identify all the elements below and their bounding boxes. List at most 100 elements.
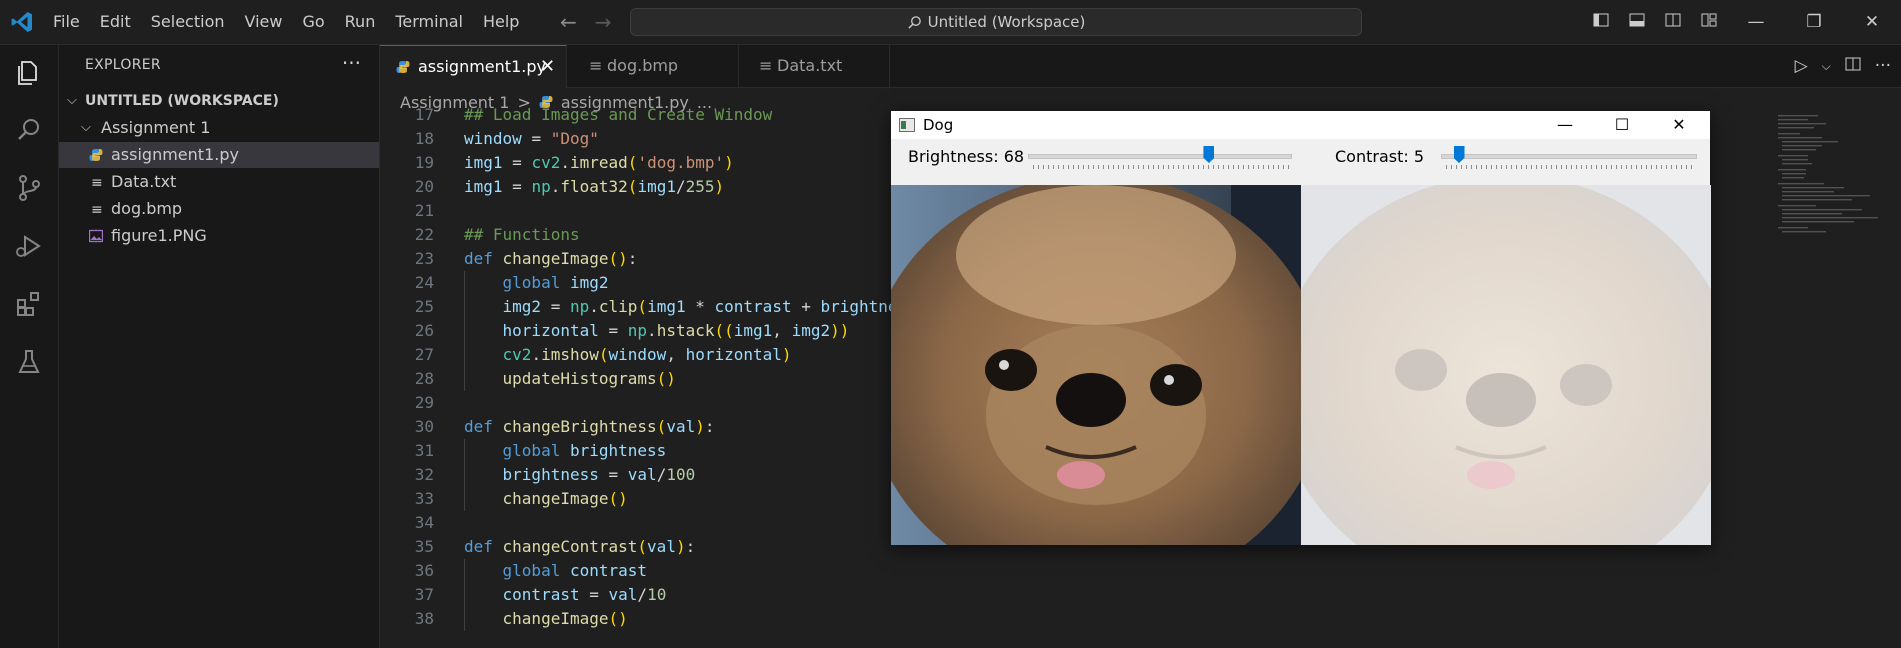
file-row-assignment1[interactable]: assignment1.py: [59, 142, 379, 168]
menu-terminal[interactable]: Terminal: [385, 0, 473, 44]
explorer-icon[interactable]: [14, 57, 44, 87]
restore-window-button[interactable]: ❐: [1785, 12, 1843, 32]
minimap[interactable]: [1778, 113, 1888, 253]
file-row-figure1[interactable]: figure1.PNG: [59, 223, 379, 249]
search-icon[interactable]: [14, 115, 44, 145]
line-text[interactable]: img1 = cv2.imread('dog.bmp'): [464, 151, 734, 175]
line-text[interactable]: global brightness: [464, 439, 667, 463]
close-tab-icon[interactable]: ✕: [540, 46, 555, 88]
line-text[interactable]: img1 = np.float32(img1/255): [464, 175, 724, 199]
contrast-rail[interactable]: [1441, 154, 1697, 159]
folder-label: Assignment 1: [101, 118, 211, 137]
close-window-button[interactable]: ✕: [1843, 12, 1901, 32]
source-control-icon[interactable]: [14, 173, 44, 203]
workspace-row[interactable]: ⌵ UNTITLED (WORKSPACE): [59, 88, 379, 114]
brightness-rail[interactable]: [1028, 154, 1292, 159]
run-debug-icon[interactable]: [14, 231, 44, 261]
line-text[interactable]: updateHistograms(): [464, 367, 676, 391]
maximize-button[interactable]: ☐: [1594, 111, 1650, 139]
file-row-dog-bmp[interactable]: ≡ dog.bmp: [59, 196, 379, 222]
extensions-icon[interactable]: [14, 289, 44, 319]
line-text[interactable]: def changeContrast(val):: [464, 535, 695, 559]
tab-assignment1[interactable]: assignment1.py ✕: [380, 45, 567, 89]
line-number: 17: [414, 105, 434, 124]
line-text[interactable]: brightness = val/100: [464, 463, 696, 487]
menu-edit[interactable]: Edit: [90, 0, 141, 44]
text-file-icon: ≡: [91, 202, 103, 218]
chevron-down-icon: ⌵: [81, 120, 91, 135]
opencv-window-titlebar[interactable]: Dog — ☐ ✕: [891, 111, 1710, 139]
toggle-secondary-sidebar-icon[interactable]: [1655, 12, 1691, 33]
minimize-window-button[interactable]: —: [1727, 12, 1785, 32]
line-text[interactable]: global img2: [464, 271, 609, 295]
vscode-logo-icon: [11, 12, 32, 32]
menu-file[interactable]: File: [43, 0, 90, 44]
tab-dog-bmp[interactable]: ≡ dog.bmp: [567, 45, 739, 87]
brightness-ticks: [1033, 165, 1291, 169]
toggle-primary-sidebar-icon[interactable]: [1583, 12, 1619, 33]
file-label: dog.bmp: [111, 199, 183, 218]
contrast-trackbar: Contrast: 5: [1301, 139, 1710, 185]
brightness-slider-thumb[interactable]: [1203, 146, 1215, 163]
line-text[interactable]: global contrast: [464, 559, 648, 583]
menu-selection[interactable]: Selection: [141, 0, 235, 44]
line-number: 38: [414, 609, 434, 628]
back-arrow-icon[interactable]: ←: [560, 10, 577, 34]
opencv-image-window[interactable]: Dog — ☐ ✕ Brightness: 68 Contrast: 5: [891, 111, 1711, 545]
toggle-panel-icon[interactable]: [1619, 12, 1655, 33]
run-dropdown-chevron-icon[interactable]: ⌵: [1822, 59, 1831, 74]
workspace-label: UNTITLED (WORKSPACE): [85, 93, 279, 109]
horizontal-scrollbar[interactable]: [380, 636, 1901, 648]
line-number: 19: [414, 153, 434, 172]
command-center-label: Untitled (Workspace): [927, 13, 1086, 31]
original-dog-image: [891, 185, 1301, 545]
line-text[interactable]: ## Load Images and Create Window: [464, 103, 772, 127]
line-text[interactable]: window = "Dog": [464, 127, 599, 151]
python-file-icon: [89, 149, 103, 161]
run-file-icon[interactable]: ▷: [1795, 56, 1808, 76]
file-label: Data.txt: [111, 172, 177, 191]
line-text[interactable]: contrast = val/10: [464, 583, 667, 607]
line-number: 25: [414, 297, 434, 316]
line-number: 32: [414, 465, 434, 484]
forward-arrow-icon[interactable]: →: [595, 10, 612, 34]
line-number: 26: [414, 321, 434, 340]
customize-layout-icon[interactable]: [1691, 12, 1727, 33]
minimize-button[interactable]: —: [1537, 111, 1593, 139]
tab-label: assignment1.py: [418, 57, 546, 76]
more-actions-icon[interactable]: ···: [1875, 56, 1891, 76]
line-text[interactable]: cv2.imshow(window, horizontal): [464, 343, 792, 367]
line-text[interactable]: def changeImage():: [464, 247, 637, 271]
python-file-icon: [396, 61, 410, 73]
command-center[interactable]: Untitled (Workspace): [630, 8, 1362, 36]
menu-go[interactable]: Go: [292, 0, 334, 44]
more-actions-icon[interactable]: ···: [342, 51, 361, 75]
split-editor-icon[interactable]: [1845, 56, 1861, 77]
line-text[interactable]: img2 = np.clip(img1 * contrast + brightn…: [464, 295, 917, 319]
line-number: 22: [414, 225, 434, 244]
line-number: 18: [414, 129, 434, 148]
file-row-data[interactable]: ≡ Data.txt: [59, 169, 379, 195]
menu-bar: File Edit Selection View Go Run Terminal…: [43, 0, 529, 44]
line-text[interactable]: def changeBrightness(val):: [464, 415, 715, 439]
contrast-label: Contrast: 5: [1335, 147, 1425, 166]
line-number: 37: [414, 585, 434, 604]
line-text[interactable]: changeImage(): [464, 487, 628, 511]
menu-run[interactable]: Run: [335, 0, 386, 44]
close-button[interactable]: ✕: [1651, 111, 1707, 139]
line-text[interactable]: ## Functions: [464, 223, 580, 247]
line-text[interactable]: horizontal = np.hstack((img1, img2)): [464, 319, 850, 343]
chevron-down-icon: ⌵: [67, 93, 77, 108]
contrast-slider-thumb[interactable]: [1453, 146, 1465, 163]
text-file-icon: ≡: [759, 56, 773, 75]
menu-view[interactable]: View: [235, 0, 293, 44]
brightness-trackbar: Brightness: 68: [891, 139, 1301, 185]
tab-data-txt[interactable]: ≡ Data.txt: [739, 45, 890, 87]
explorer-sidebar: EXPLORER ··· ⌵ UNTITLED (WORKSPACE) ⌵ As…: [59, 45, 380, 648]
testing-icon[interactable]: [14, 347, 44, 377]
line-text[interactable]: changeImage(): [464, 607, 628, 631]
tab-label: dog.bmp: [607, 56, 679, 75]
title-bar: File Edit Selection View Go Run Terminal…: [0, 0, 1901, 45]
folder-row[interactable]: ⌵ Assignment 1: [59, 115, 379, 141]
menu-help[interactable]: Help: [473, 0, 529, 44]
